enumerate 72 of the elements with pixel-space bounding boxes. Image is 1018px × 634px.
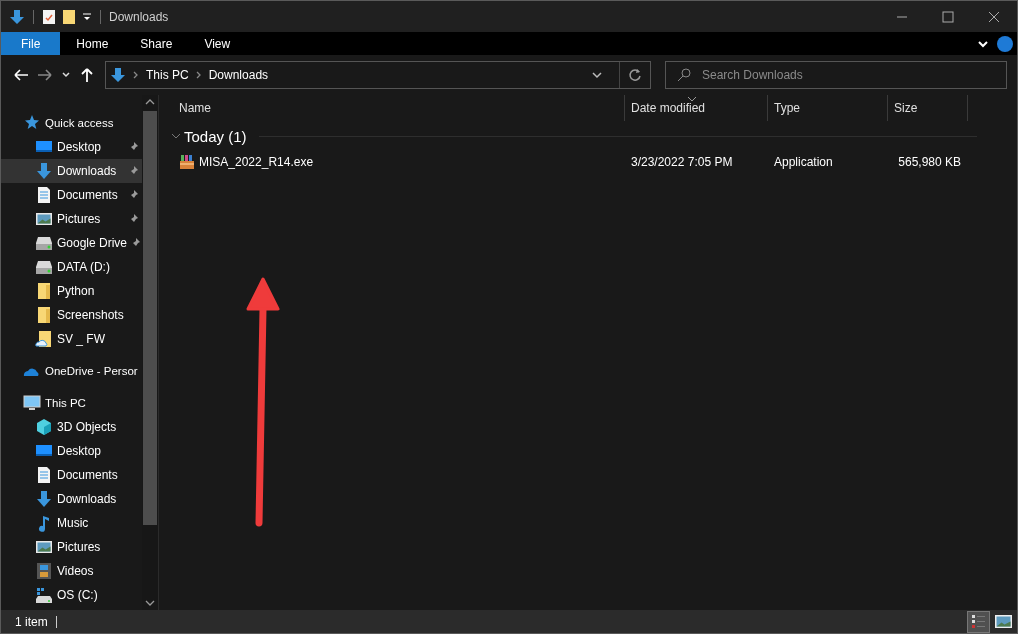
nav-item[interactable]: SV _ FW [1,327,142,351]
drive-icon [35,258,53,276]
folder-icon [35,282,53,300]
document-icon [35,186,53,204]
down-arrow-icon [35,490,53,508]
package-icon [179,154,195,170]
column-header[interactable]: Date modified [625,95,768,121]
file-size: 565,980 KB [898,155,961,169]
nav-item[interactable]: Google Drive [1,231,142,255]
refresh-icon[interactable] [628,68,642,82]
breadcrumb-link[interactable]: Downloads [208,68,269,82]
nav-item[interactable]: Downloads [1,159,142,183]
column-header[interactable]: Type [768,95,888,121]
item-count: 1 item [1,615,57,628]
nav-item[interactable]: OneDrive - Persor [1,359,142,383]
nav-item[interactable]: Desktop [1,439,142,463]
picture-icon [35,538,53,556]
column-header[interactable]: Name [159,95,625,121]
breadcrumb-link[interactable]: This PC [146,68,189,82]
group-header[interactable]: Today (1) [184,127,247,145]
dropdown-icon[interactable] [591,69,603,81]
drive-icon [35,586,53,604]
address-field[interactable]: This PC Downloads [105,61,651,89]
folder-icon[interactable] [62,8,76,25]
ribbon-tab[interactable]: View [188,32,247,55]
up-arrow-icon[interactable] [79,67,95,83]
forward-arrow-icon[interactable] [37,67,53,83]
document-icon [35,466,53,484]
chevron-icon[interactable] [61,70,71,80]
nav-item[interactable]: Quick access [1,111,142,135]
column-header[interactable]: Size [888,95,968,121]
down-arrow-icon [35,162,53,180]
folder-icon [35,306,53,324]
down-arrow-icon[interactable] [9,8,25,25]
cube-icon [35,418,53,436]
drive-icon [35,234,53,252]
nav-item[interactable]: Screenshots [1,303,142,327]
ribbon-tab[interactable]: Home [60,32,125,55]
down-arrow-icon [110,67,126,83]
nav-item[interactable]: 3D Objects [1,415,142,439]
details-view-icon [969,612,988,631]
nav-item[interactable]: DATA (D:) [1,255,142,279]
monitor-icon [23,394,41,412]
nav-item[interactable]: Documents [1,463,142,487]
file-name: MISA_2022_R14.exe [199,155,314,169]
nav-item[interactable]: Pictures [1,207,142,231]
window-title: Downloads [109,9,170,24]
nav-item[interactable]: Documents [1,183,142,207]
nav-item[interactable]: Pictures [1,535,142,559]
nav-item[interactable]: Videos [1,559,142,583]
view-button[interactable] [967,610,990,633]
large-icons-view-icon [994,612,1013,631]
date-modified: 3/23/2022 7:05 PM [631,155,733,169]
scrollbar-thumb[interactable] [143,111,157,525]
back-arrow-icon[interactable] [13,67,29,83]
file-row[interactable]: MISA_2022_R14.exe 3/23/2022 7:05 PM Application 565,980 KB [159,151,1017,173]
ribbon-tab[interactable]: File [1,32,61,55]
nav-item[interactable]: This PC [1,391,142,415]
search-icon [677,68,691,82]
picture-icon [35,210,53,228]
nav-item[interactable]: Desktop [1,135,142,159]
search-field[interactable]: Search Downloads [665,61,1007,89]
file-type: Application [774,155,833,169]
checklist-icon[interactable] [42,8,56,25]
dropdown-icon[interactable] [82,11,92,22]
film-icon [35,562,53,580]
nav-item[interactable]: OS (C:) [1,583,142,607]
nav-item[interactable]: Downloads [1,487,142,511]
ribbon-tab[interactable]: Share [124,32,189,55]
folder-icon [35,330,53,348]
nav-item[interactable]: Python [1,279,142,303]
nav-item[interactable]: Music [1,511,142,535]
